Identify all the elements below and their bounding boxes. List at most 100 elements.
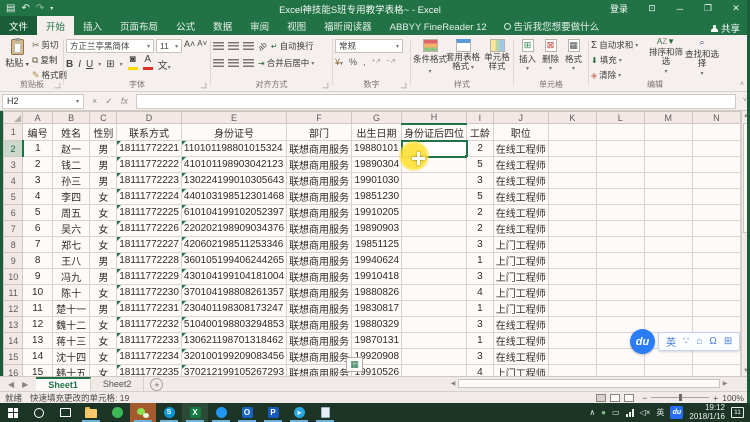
cell-H16[interactable]: [402, 365, 467, 377]
cell-M10[interactable]: [644, 269, 692, 285]
zoom-level[interactable]: 100%: [722, 393, 744, 403]
cell-E10[interactable]: 430104199104181004: [181, 269, 286, 285]
cell-F13[interactable]: 联想商用服务: [287, 317, 352, 333]
cell-G8[interactable]: 19851125: [352, 237, 402, 253]
cell-H14[interactable]: [402, 333, 467, 349]
cell-E2[interactable]: 110101198801015324: [181, 141, 286, 157]
cell-L10[interactable]: [596, 269, 644, 285]
cell-styles-button[interactable]: 单元格样式: [481, 36, 513, 71]
clock[interactable]: 19:12 2018/1/16: [689, 404, 725, 422]
cell-K6[interactable]: [548, 205, 596, 221]
increase-decimal-icon[interactable]: ⁺·⁰: [372, 58, 381, 66]
zoom-in-icon[interactable]: +: [713, 393, 718, 403]
cell-F10[interactable]: 联想商用服务: [287, 269, 352, 285]
row-header-4[interactable]: 4: [4, 173, 23, 189]
cell-C16[interactable]: 女: [90, 365, 117, 377]
cell-A5[interactable]: 4: [23, 189, 52, 205]
cell-N4[interactable]: [692, 173, 740, 189]
cell-B2[interactable]: 赵一: [52, 141, 90, 157]
cell-M6[interactable]: [644, 205, 692, 221]
cell-F7[interactable]: 联想商用服务: [287, 221, 352, 237]
cell-B6[interactable]: 周五: [52, 205, 90, 221]
cell-C13[interactable]: 女: [90, 317, 117, 333]
cell-E7[interactable]: 220202198909034376: [181, 221, 286, 237]
ime-paw-icon[interactable]: ∵: [683, 336, 689, 347]
cell-J11[interactable]: 上门工程师: [493, 285, 548, 301]
cell-C14[interactable]: 女: [90, 333, 117, 349]
cell-D1[interactable]: 联系方式: [117, 124, 182, 141]
comma-style-icon[interactable]: ,: [363, 57, 366, 67]
start-button-taskbar-button[interactable]: [0, 403, 26, 422]
percent-style-icon[interactable]: %: [349, 57, 357, 67]
cell-A16[interactable]: 15: [23, 365, 52, 377]
cell-M11[interactable]: [644, 285, 692, 301]
row-header-12[interactable]: 12: [4, 301, 23, 317]
save-icon[interactable]: ▤: [6, 4, 15, 14]
find-select-button[interactable]: ⌕ 查找和选择▾: [685, 37, 719, 77]
cell-J12[interactable]: 上门工程师: [493, 301, 548, 317]
cell-D6[interactable]: 18111772225: [117, 205, 182, 221]
horizontal-scroll-thumb[interactable]: [458, 379, 720, 388]
align-left-icon[interactable]: [213, 59, 224, 67]
tray-volume-muted-icon[interactable]: ◁×: [640, 408, 651, 417]
cell-H11[interactable]: [402, 285, 467, 301]
cell-C6[interactable]: 女: [90, 205, 117, 221]
zoom-slider[interactable]: [651, 397, 709, 398]
column-header-D[interactable]: D: [117, 112, 182, 124]
cell-G9[interactable]: 19940624: [352, 253, 402, 269]
align-middle-icon[interactable]: [228, 42, 239, 50]
cell-F12[interactable]: 联想商用服务: [287, 301, 352, 317]
cell-C11[interactable]: 女: [90, 285, 117, 301]
sign-in-button[interactable]: 登录: [610, 2, 628, 15]
row-header-1[interactable]: 1: [4, 124, 23, 141]
row-header-7[interactable]: 7: [4, 221, 23, 237]
cell-A7[interactable]: 6: [23, 221, 52, 237]
cell-A6[interactable]: 5: [23, 205, 52, 221]
cell-H15[interactable]: [402, 349, 467, 365]
skype-taskbar-button[interactable]: S: [156, 403, 182, 422]
cell-A10[interactable]: 9: [23, 269, 52, 285]
page-layout-view-icon[interactable]: [610, 394, 620, 402]
cell-E4[interactable]: 130224199010305643: [181, 173, 286, 189]
cell-D4[interactable]: 18111772223: [117, 173, 182, 189]
outlook-taskbar-button[interactable]: O: [234, 403, 260, 422]
cell-I2[interactable]: 2: [467, 141, 494, 157]
tray-battery-icon[interactable]: ▭: [612, 408, 620, 417]
cell-D10[interactable]: 18111772229: [117, 269, 182, 285]
column-header-N[interactable]: N: [692, 112, 740, 124]
ribbon-tab-6[interactable]: 数据: [204, 16, 241, 35]
cell-C1[interactable]: 性别: [90, 124, 117, 141]
cell-G1[interactable]: 出生日期: [352, 124, 402, 141]
format-cells-button[interactable]: ▦ 格式▾: [562, 36, 585, 72]
cell-A13[interactable]: 12: [23, 317, 52, 333]
ribbon-tab-5[interactable]: 公式: [167, 16, 204, 35]
column-header-E[interactable]: E: [181, 112, 286, 124]
cell-A12[interactable]: 11: [23, 301, 52, 317]
cell-M12[interactable]: [644, 301, 692, 317]
merge-center-button[interactable]: ⇥合并后居中▾: [258, 57, 314, 69]
align-top-icon[interactable]: [213, 42, 224, 50]
cell-F4[interactable]: 联想商用服务: [287, 173, 352, 189]
cell-G10[interactable]: 19910418: [352, 269, 402, 285]
cell-K2[interactable]: [548, 141, 596, 157]
cell-I7[interactable]: 2: [467, 221, 494, 237]
sheet-tab-sheet2[interactable]: Sheet2: [91, 377, 145, 391]
cell-H8[interactable]: [402, 237, 467, 253]
cell-M5[interactable]: [644, 189, 692, 205]
cell-A9[interactable]: 8: [23, 253, 52, 269]
tray-security-icon[interactable]: ●: [601, 408, 606, 417]
cell-D16[interactable]: 18111772235: [117, 365, 182, 377]
cell-F14[interactable]: 联想商用服务: [287, 333, 352, 349]
cell-H6[interactable]: [402, 205, 467, 221]
decrease-decimal-icon[interactable]: ⁻·⁰: [386, 58, 395, 66]
ribbon-tab-10[interactable]: ABBYY FineReader 12: [381, 19, 496, 35]
font-dialog-launcher-icon[interactable]: [201, 83, 207, 89]
column-header-G[interactable]: G: [352, 112, 402, 124]
cell-N7[interactable]: [692, 221, 740, 237]
cell-N2[interactable]: [692, 141, 740, 157]
tell-me-box[interactable]: 告诉我您想要做什么: [496, 16, 608, 35]
new-sheet-button[interactable]: +: [150, 378, 163, 391]
ribbon-tab-8[interactable]: 视图: [278, 16, 315, 35]
redo-icon[interactable]: ↷: [36, 4, 44, 14]
cell-N16[interactable]: [692, 365, 740, 377]
